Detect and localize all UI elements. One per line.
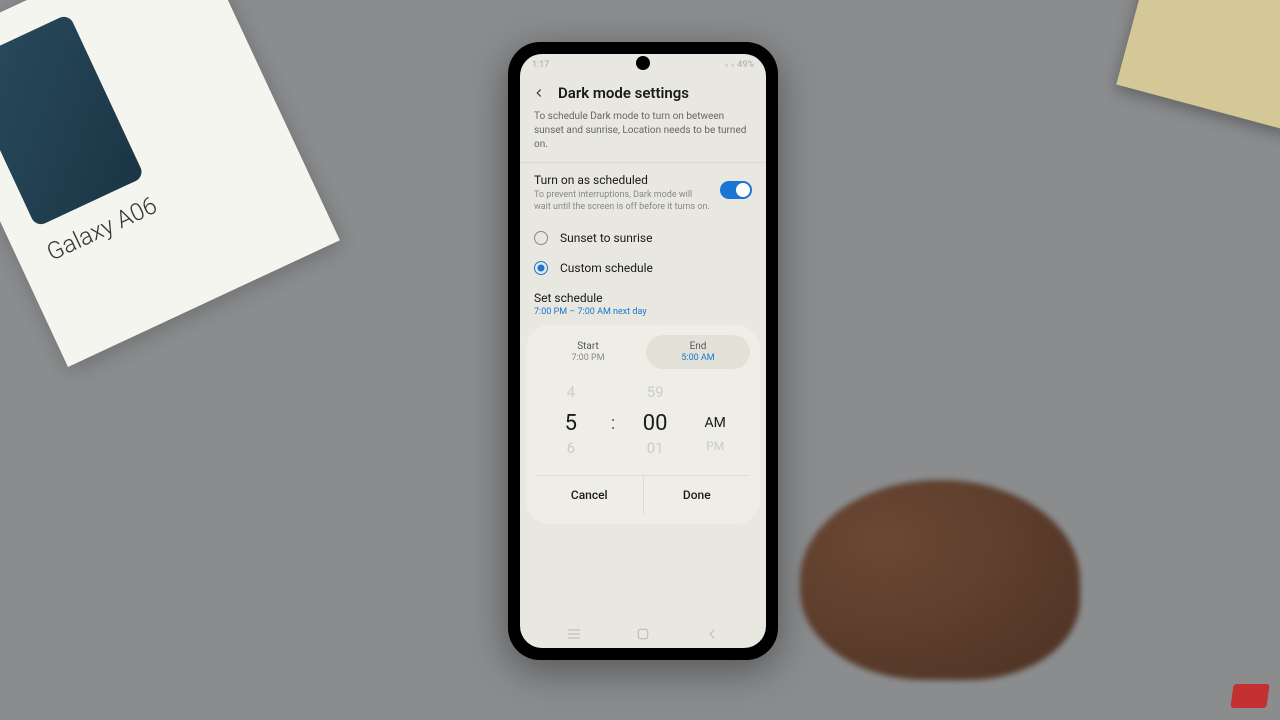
- radio-custom[interactable]: [534, 261, 548, 275]
- wifi-icon: ▫: [731, 60, 734, 71]
- radio-sunset-row[interactable]: Sunset to sunrise: [520, 223, 766, 253]
- radio-sunset[interactable]: [534, 231, 548, 245]
- phone-screen: 1:17 ▫ ▫ 49% Dark mode settings To sched…: [520, 54, 766, 648]
- header: Dark mode settings: [520, 76, 766, 110]
- done-button[interactable]: Done: [644, 476, 751, 514]
- product-box-prop: Galaxy A06: [0, 0, 340, 367]
- ampm-current: AM: [695, 407, 735, 439]
- signal-icon: ▫: [725, 60, 728, 71]
- tab-start[interactable]: Start 7:00 PM: [536, 335, 640, 369]
- schedule-toggle[interactable]: [720, 181, 752, 199]
- time-picker-panel: Start 7:00 PM End 5:00 AM 4 5 6 : 59: [526, 325, 760, 524]
- home-icon[interactable]: [635, 626, 651, 642]
- camera-notch: [636, 56, 650, 70]
- ampm-prev: [695, 383, 735, 407]
- min-prev: 59: [635, 383, 675, 407]
- ampm-picker[interactable]: AM PM: [695, 383, 735, 463]
- schedule-header[interactable]: Set schedule 7:00 PM – 7:00 AM next day: [520, 283, 766, 319]
- tab-start-label: Start: [542, 341, 634, 352]
- hour-prev: 4: [551, 383, 591, 407]
- ampm-next: PM: [695, 439, 735, 463]
- time-colon: :: [611, 413, 615, 434]
- page-title: Dark mode settings: [558, 84, 689, 102]
- hour-picker[interactable]: 4 5 6: [551, 383, 591, 463]
- phone-frame: 1:17 ▫ ▫ 49% Dark mode settings To sched…: [508, 42, 778, 660]
- schedule-value: 7:00 PM – 7:00 AM next day: [534, 307, 752, 317]
- schedule-toggle-section: Turn on as scheduled To prevent interrup…: [520, 162, 766, 223]
- min-next: 01: [635, 439, 675, 463]
- back-nav-icon[interactable]: [704, 626, 720, 642]
- toggle-title: Turn on as scheduled: [534, 173, 710, 187]
- radio-custom-label: Custom schedule: [560, 261, 653, 275]
- toggle-subtitle: To prevent interruptions, Dark mode will…: [534, 190, 710, 213]
- minute-picker[interactable]: 59 00 01: [635, 383, 675, 463]
- status-time: 1:17: [532, 60, 549, 70]
- min-current: 00: [635, 407, 675, 439]
- watermark-badge: [1230, 684, 1269, 708]
- tab-start-time: 7:00 PM: [542, 353, 634, 363]
- page-description: To schedule Dark mode to turn on between…: [520, 110, 766, 162]
- radio-sunset-label: Sunset to sunrise: [560, 231, 652, 245]
- cancel-button[interactable]: Cancel: [536, 476, 643, 514]
- thumb-overlay: [800, 480, 1080, 680]
- battery-text: 49%: [737, 60, 754, 70]
- radio-custom-row[interactable]: Custom schedule: [520, 253, 766, 283]
- wooden-prop: [1116, 0, 1280, 131]
- recents-icon[interactable]: [566, 626, 582, 642]
- tab-end-label: End: [652, 341, 744, 352]
- hour-current: 5: [551, 407, 591, 439]
- schedule-title: Set schedule: [534, 291, 752, 305]
- hour-next: 6: [551, 439, 591, 463]
- tab-end[interactable]: End 5:00 AM: [646, 335, 750, 369]
- back-button[interactable]: [530, 84, 548, 102]
- tab-end-time: 5:00 AM: [652, 353, 744, 363]
- time-picker[interactable]: 4 5 6 : 59 00 01 AM PM: [536, 377, 750, 469]
- navigation-bar: [520, 620, 766, 648]
